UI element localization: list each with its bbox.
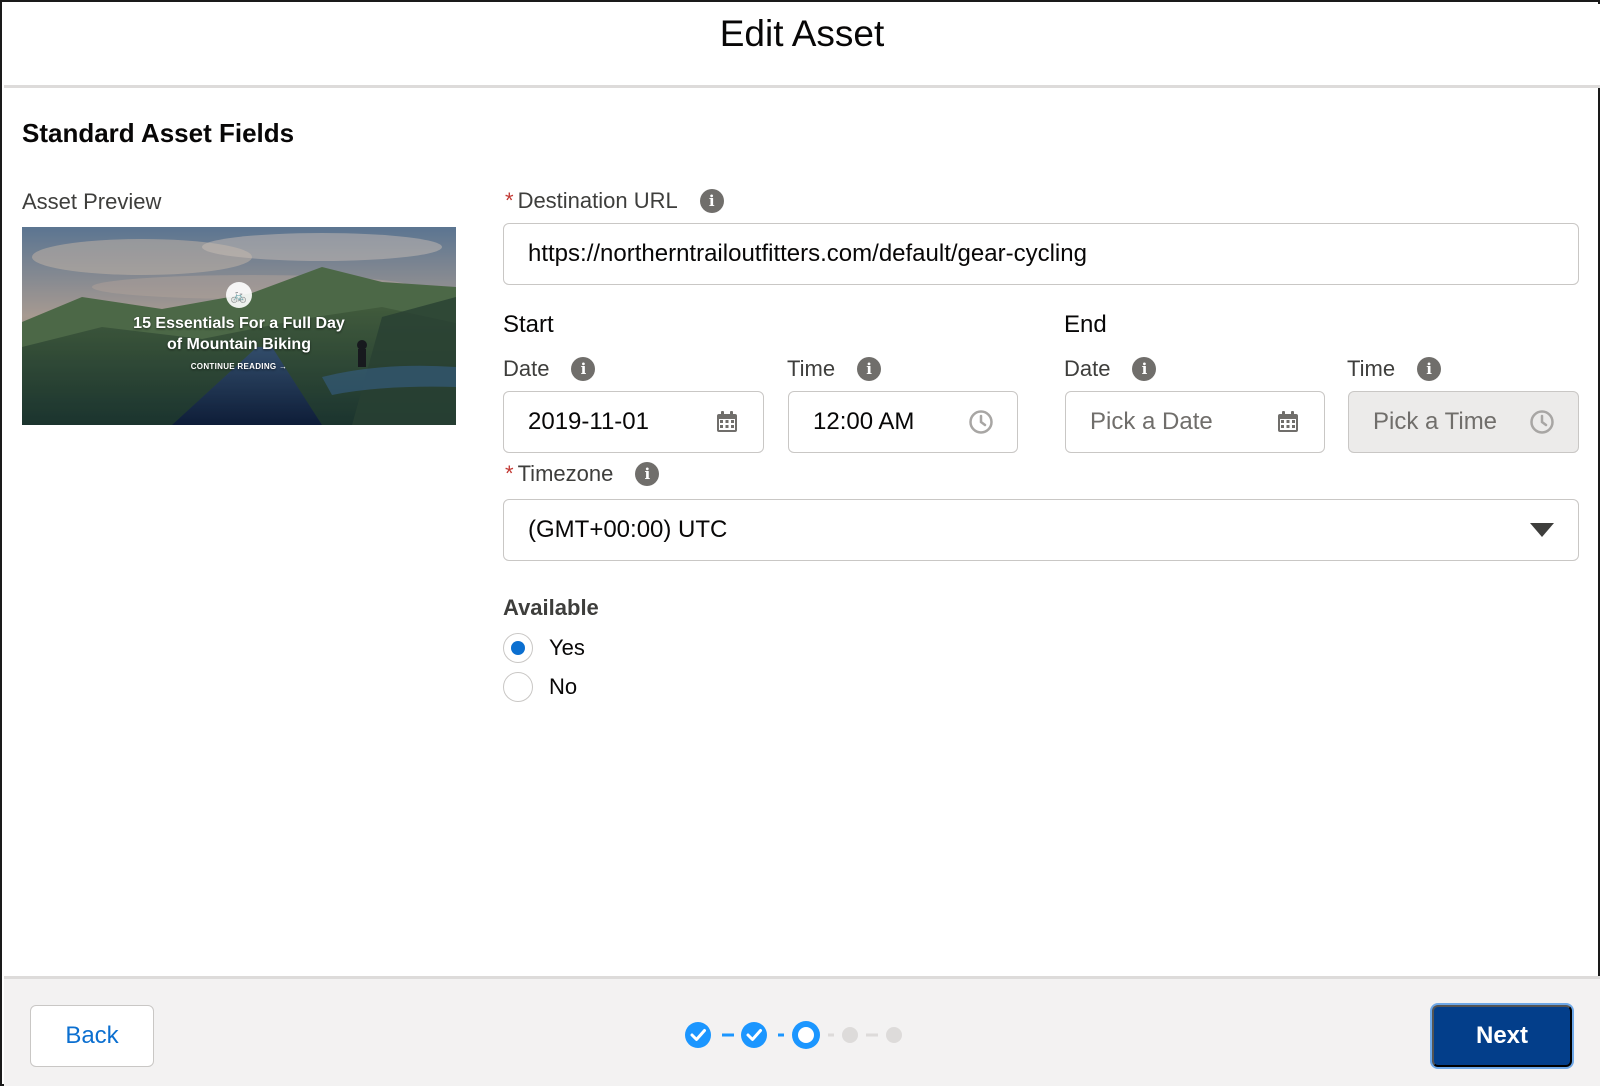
required-mark: *: [505, 188, 514, 213]
start-date-label: Date i: [503, 356, 596, 382]
timezone-label: * Timezone i: [505, 461, 660, 487]
progress-step-complete-icon[interactable]: [741, 1022, 767, 1048]
destination-url-input[interactable]: https://northerntrailoutfitters.com/defa…: [503, 223, 1579, 285]
end-time-placeholder: Pick a Time: [1373, 408, 1498, 435]
info-icon[interactable]: i: [1417, 357, 1442, 381]
start-time-label: Time i: [787, 356, 882, 382]
calendar-icon[interactable]: [1274, 408, 1302, 436]
radio-no[interactable]: No: [503, 672, 577, 702]
timezone-value: (GMT+00:00) UTC: [528, 516, 728, 543]
end-date-label: Date i: [1064, 356, 1157, 382]
info-icon[interactable]: i: [699, 189, 724, 213]
radio-no-label: No: [549, 674, 578, 699]
section-title: Standard Asset Fields: [22, 118, 295, 148]
preview-cta: CONTINUE READING →: [190, 362, 288, 371]
radio-yes-label: Yes: [549, 635, 585, 660]
end-date-placeholder: Pick a Date: [1090, 408, 1213, 435]
timezone-label-text: Timezone: [517, 461, 614, 486]
progress-step-current-icon[interactable]: [792, 1021, 820, 1049]
start-date-value: 2019-11-01: [528, 408, 649, 435]
start-group-label: Start: [503, 311, 554, 338]
radio-button-checked[interactable]: [503, 633, 533, 663]
end-date-input[interactable]: Pick a Date: [1065, 391, 1325, 453]
destination-url-label-text: Destination URL: [517, 188, 678, 213]
svg-text:🚲: 🚲: [231, 289, 247, 304]
radio-button-unchecked[interactable]: [503, 672, 533, 702]
start-time-input[interactable]: 12:00 AM: [788, 391, 1018, 453]
start-time-value: 12:00 AM: [813, 408, 915, 435]
clock-icon[interactable]: [967, 408, 995, 436]
calendar-icon[interactable]: [713, 408, 741, 436]
modal-footer: Back Next: [4, 976, 1600, 1086]
preview-headline-line2: of Mountain Biking: [167, 336, 311, 353]
progress-indicator: [684, 1017, 914, 1053]
info-icon[interactable]: i: [1132, 357, 1157, 381]
timezone-select[interactable]: (GMT+00:00) UTC: [503, 499, 1579, 561]
back-button[interactable]: Back: [30, 1005, 154, 1067]
end-time-input: Pick a Time: [1348, 391, 1579, 453]
asset-preview-label: Asset Preview: [22, 189, 162, 214]
available-label: Available: [503, 595, 599, 620]
end-date-label-text: Date: [1064, 356, 1111, 381]
required-mark: *: [505, 461, 514, 486]
start-date-input[interactable]: 2019-11-01: [503, 391, 764, 453]
destination-url-label: * Destination URL i: [505, 188, 724, 214]
preview-headline-line1: 15 Essentials For a Full Day: [133, 315, 345, 332]
end-time-label: Time i: [1347, 356, 1442, 382]
modal: Edit Asset Standard Asset Fields Asset P…: [0, 0, 1600, 1086]
progress-step-complete-icon[interactable]: [685, 1022, 711, 1048]
info-icon[interactable]: i: [571, 357, 596, 381]
asset-preview-image: 🚲 15 Essentials For a Full Day of Mounta…: [22, 227, 456, 425]
start-date-label-text: Date: [503, 356, 550, 381]
end-group-label: End: [1064, 311, 1107, 338]
modal-header: Edit Asset: [4, 4, 1600, 88]
destination-url-value: https://northerntrailoutfitters.com/defa…: [528, 240, 1087, 267]
end-time-label-text: Time: [1347, 356, 1396, 381]
clock-icon: [1528, 408, 1556, 436]
progress-step-incomplete-icon[interactable]: [842, 1027, 858, 1043]
info-icon[interactable]: i: [635, 462, 660, 486]
next-button[interactable]: Next: [1432, 1005, 1572, 1067]
modal-title: Edit Asset: [719, 12, 885, 54]
start-time-label-text: Time: [787, 356, 836, 381]
info-icon[interactable]: i: [857, 357, 882, 381]
radio-yes[interactable]: Yes: [503, 633, 585, 663]
progress-step-incomplete-icon[interactable]: [886, 1027, 902, 1043]
dropdown-arrow-icon[interactable]: [1528, 516, 1556, 544]
